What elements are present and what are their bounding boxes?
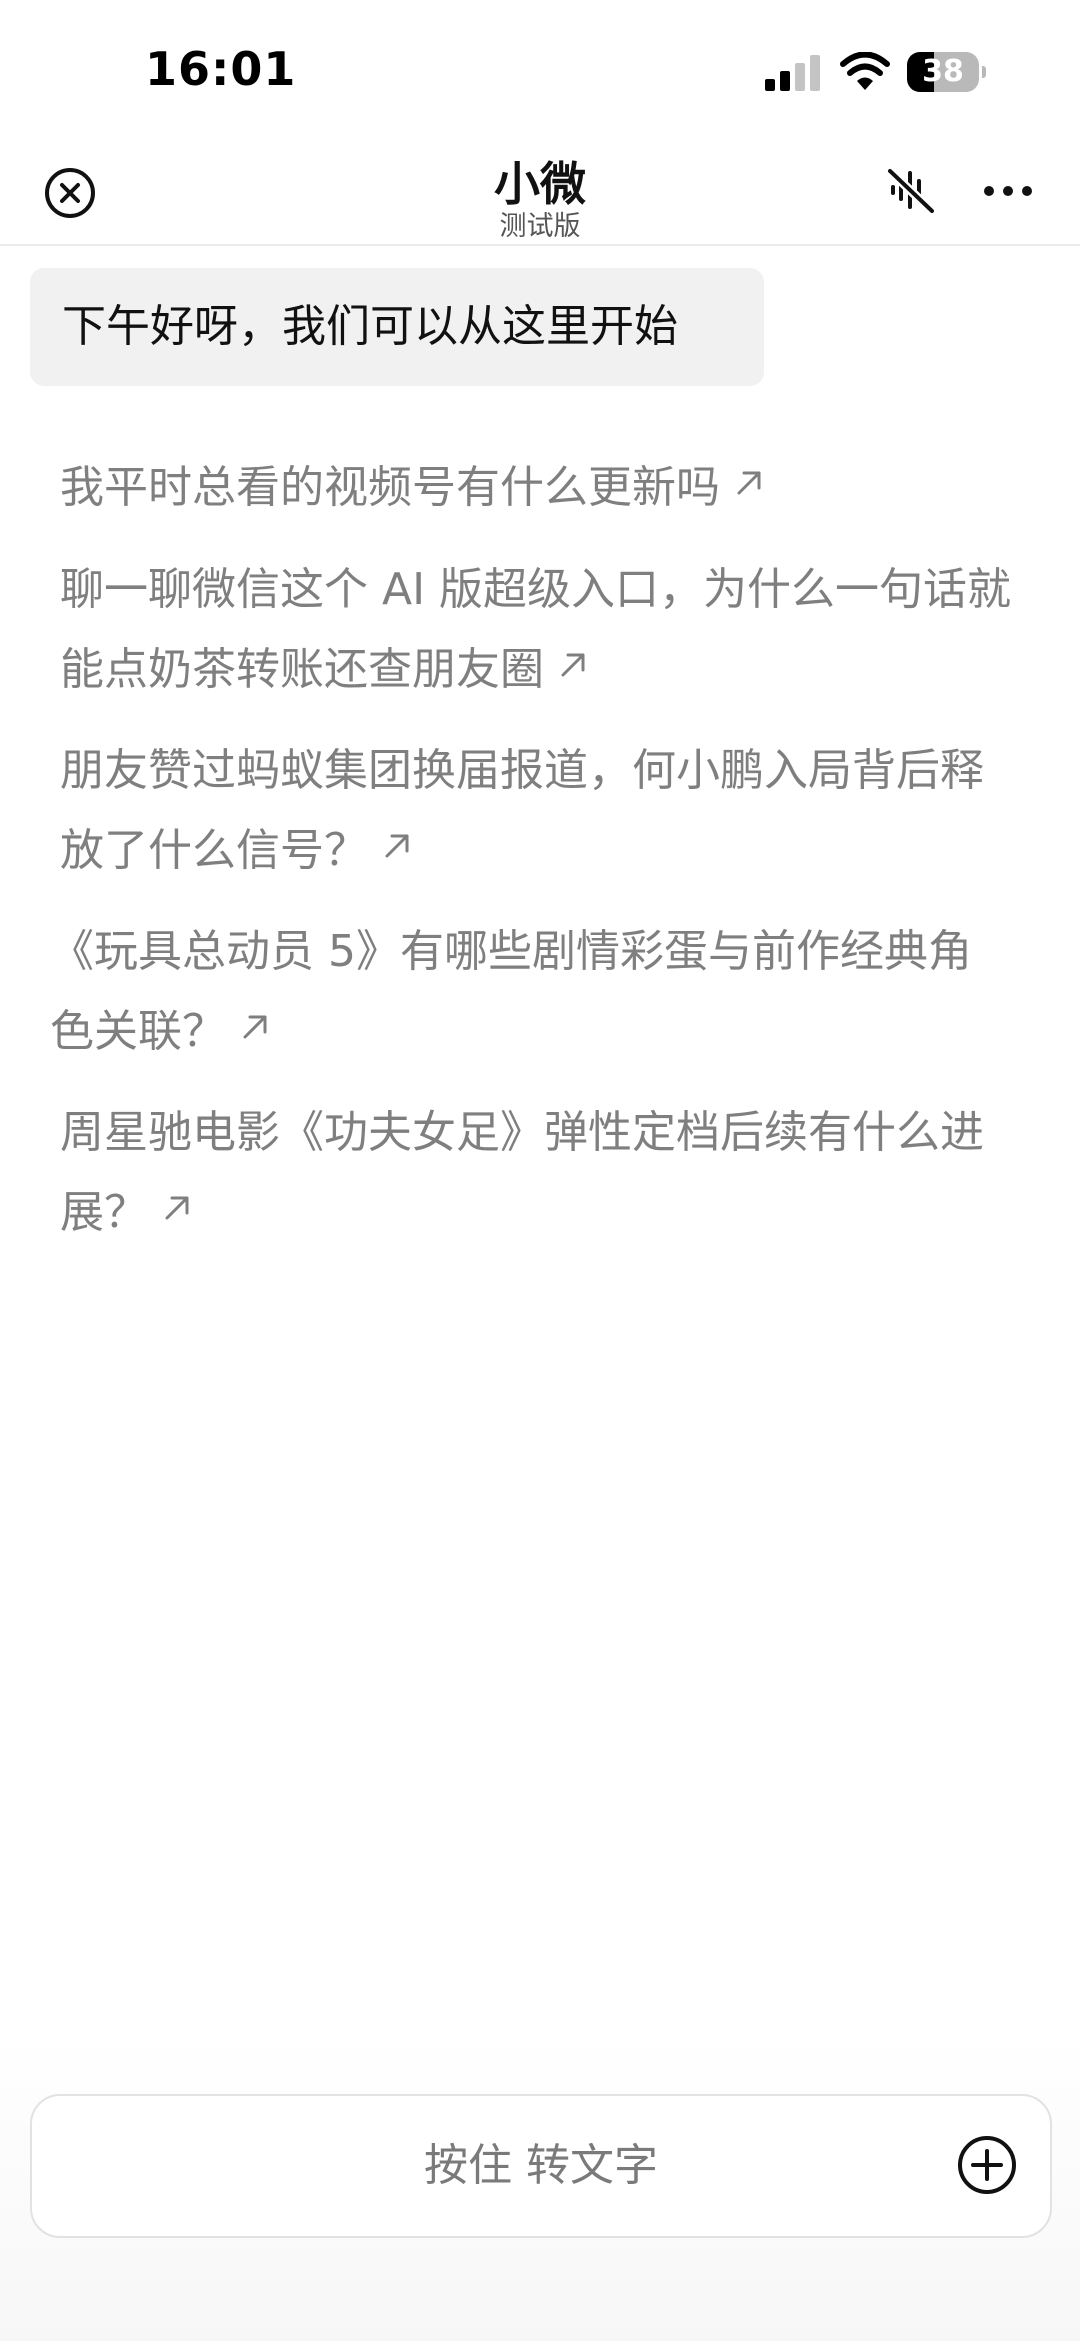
suggestion-item[interactable]: 《玩具总动员 5》有哪些剧情彩蛋与前作经典角色关联？ <box>50 912 1010 1072</box>
close-circle-icon[interactable] <box>42 165 98 221</box>
hold-to-talk-bar[interactable]: 按住 转文字 <box>30 2094 1052 2238</box>
arrow-up-right-icon <box>737 471 761 495</box>
arrow-up-right-icon <box>561 653 585 677</box>
battery-icon: 38 <box>907 52 986 92</box>
suggestion-text: 朋友赞过蚂蚁集团换届报道，何小鹏入局背后释放了什么信号？ <box>60 745 984 876</box>
nav-subtitle: 测试版 <box>499 211 581 242</box>
wifi-icon <box>840 52 890 90</box>
hold-to-talk-label: 按住 转文字 <box>424 2140 658 2191</box>
suggestion-item[interactable]: 周星驰电影《功夫女足》弹性定档后续有什么进展？ <box>60 1093 1020 1253</box>
arrow-up-right-icon <box>243 1015 267 1039</box>
suggestion-text: 我平时总看的视频号有什么更新吗 <box>60 462 720 513</box>
suggestion-text: 周星驰电影《功夫女足》弹性定档后续有什么进展？ <box>60 1107 984 1238</box>
suggestion-text: 聊一聊微信这个 AI 版超级入口，为什么一句话就能点奶茶转账还查朋友圈 <box>60 564 1012 695</box>
battery-level: 38 <box>922 54 964 89</box>
suggestion-item[interactable]: 聊一聊微信这个 AI 版超级入口，为什么一句话就能点奶茶转账还查朋友圈 <box>60 550 1020 710</box>
mute-icon[interactable] <box>886 165 936 215</box>
greeting-text: 下午好呀，我们可以从这里开始 <box>62 301 678 352</box>
suggestion-item[interactable]: 我平时总看的视频号有什么更新吗 <box>60 448 1020 528</box>
nav-divider <box>0 244 1080 246</box>
arrow-up-right-icon <box>385 834 409 858</box>
signal-icon <box>765 55 820 91</box>
suggestion-item[interactable]: 朋友赞过蚂蚁集团换届报道，何小鹏入局背后释放了什么信号？ <box>60 731 1020 891</box>
status-time: 16:01 <box>145 42 297 96</box>
suggestion-text: 《玩具总动员 5》有哪些剧情彩蛋与前作经典角色关联？ <box>50 926 972 1057</box>
greeting-bubble: 下午好呀，我们可以从这里开始 <box>30 268 764 386</box>
arrow-up-right-icon <box>165 1196 189 1220</box>
plus-circle-icon[interactable] <box>956 2134 1018 2196</box>
more-icon[interactable] <box>982 182 1034 200</box>
